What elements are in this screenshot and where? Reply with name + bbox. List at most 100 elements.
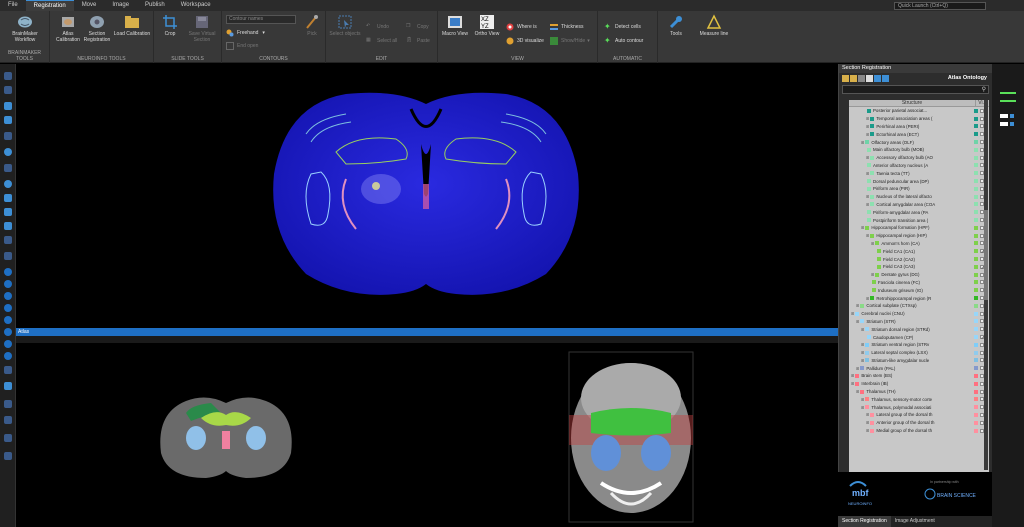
- tree-row[interactable]: ⊞ Olfactory areas (OLF): [849, 138, 989, 146]
- tree-row[interactable]: ⊞ Ammon's horn (CA): [849, 240, 989, 248]
- tree-row[interactable]: Main olfactory bulb (MOB): [849, 146, 989, 154]
- tool-icon[interactable]: [4, 292, 12, 300]
- tool-icon[interactable]: [4, 352, 12, 360]
- tab-section-registration[interactable]: Section Registration: [838, 516, 891, 527]
- tool-icon[interactable]: [4, 268, 12, 276]
- expand-icon[interactable]: ⊞: [861, 397, 864, 402]
- tool-icon[interactable]: [4, 280, 12, 288]
- tree-row[interactable]: ⊞ Perirhinal area (PERI): [849, 123, 989, 131]
- tree-row[interactable]: Field CA2 (CA2): [849, 255, 989, 263]
- macro-view-button[interactable]: Macro View: [440, 14, 470, 37]
- tree-row[interactable]: ⊞ Hippocampal formation (HPF): [849, 224, 989, 232]
- tool-icon[interactable]: [4, 132, 12, 140]
- tool-icon[interactable]: [4, 180, 12, 188]
- ortho-view-button[interactable]: XZ YZ Ortho View: [472, 14, 502, 37]
- tool-icon[interactable]: [4, 340, 12, 348]
- expand-icon[interactable]: ⊞: [866, 233, 869, 238]
- tab-file[interactable]: File: [0, 0, 26, 11]
- load-calibration-button[interactable]: Load Calibration: [112, 14, 152, 37]
- tree-row[interactable]: ⊞ Cortical subplate (CTXsp): [849, 302, 989, 310]
- expand-icon[interactable]: ⊞: [866, 420, 869, 425]
- column-structure[interactable]: Structure: [849, 100, 975, 106]
- where-is-button[interactable]: Where is: [506, 23, 537, 31]
- tree-row[interactable]: ⊞ Cerebral nuclei (CNU): [849, 310, 989, 318]
- tree-row[interactable]: ⊞ Thalamus, sensory-motor corte: [849, 395, 989, 403]
- tool-icon[interactable]: [4, 252, 12, 260]
- tree-row[interactable]: ⊞ Taenia tecta (TT): [849, 169, 989, 177]
- expand-icon[interactable]: ⊞: [866, 428, 869, 433]
- tool-icon[interactable]: [4, 194, 12, 202]
- brainmaker-workflow-button[interactable]: BrainMaker Workflow: [6, 14, 44, 43]
- expand-icon[interactable]: ⊞: [851, 373, 854, 378]
- tab-image[interactable]: Image: [104, 0, 137, 11]
- tree-row[interactable]: ⊞ Lateral septal complex (LSX): [849, 349, 989, 357]
- expand-icon[interactable]: ⊞: [866, 194, 869, 199]
- close-icon[interactable]: [874, 75, 881, 82]
- tree-row[interactable]: Caudoputamen (CP) ✓: [849, 333, 989, 341]
- thickness-button[interactable]: Thickness: [550, 23, 584, 31]
- show-hide-button[interactable]: Show/Hide ▾: [550, 37, 590, 45]
- tool-icon[interactable]: [4, 304, 12, 312]
- tree-row[interactable]: Postpiriform transition area (: [849, 216, 989, 224]
- end-open-button[interactable]: End open: [226, 42, 258, 50]
- ontology-tree[interactable]: Structure Vi... Posterior parietal assoc…: [849, 100, 989, 472]
- expand-icon[interactable]: ⊞: [861, 350, 864, 355]
- tab-publish[interactable]: Publish: [137, 0, 173, 11]
- expand-icon[interactable]: ⊞: [861, 327, 864, 332]
- settings-icon[interactable]: [882, 75, 889, 82]
- tool-icon[interactable]: [4, 164, 12, 172]
- select-objects-button[interactable]: Select objects: [328, 14, 362, 37]
- measure-line-button[interactable]: Measure line: [694, 14, 734, 37]
- select-all-button[interactable]: ▦ Select all: [366, 37, 397, 45]
- scrollbar-thumb[interactable]: [984, 210, 988, 300]
- paste-button[interactable]: 📋︎ Paste: [406, 37, 430, 45]
- expand-icon[interactable]: ⊞: [856, 389, 859, 394]
- save-icon[interactable]: [858, 75, 865, 82]
- expand-icon[interactable]: ⊞: [861, 225, 864, 230]
- tree-row[interactable]: Fasciola cinerea (FC): [849, 279, 989, 287]
- search-icon[interactable]: ⚲: [982, 86, 986, 93]
- pick-button[interactable]: Pick: [300, 14, 324, 37]
- tree-row[interactable]: ⊞ Brain stem (BS): [849, 372, 989, 380]
- detect-cells-button[interactable]: ✦ Detect cells: [604, 23, 641, 31]
- expand-icon[interactable]: ⊞: [866, 296, 869, 301]
- tree-row[interactable]: ⊞ Medial group of the dorsal th: [849, 427, 989, 435]
- atlas-calibration-button[interactable]: Atlas Calibration: [54, 14, 82, 43]
- tree-row[interactable]: ⊞ Striatum-like amygdalar nucle: [849, 357, 989, 365]
- tree-row[interactable]: Field CA1 (CA1) ✓: [849, 247, 989, 255]
- tool-icon[interactable]: [4, 86, 12, 94]
- expand-icon[interactable]: ⊞: [856, 303, 859, 308]
- tool-icon[interactable]: [4, 366, 12, 374]
- tree-row[interactable]: ⊞ Dentate gyrus (DG): [849, 271, 989, 279]
- expand-icon[interactable]: ⊞: [851, 311, 854, 316]
- expand-icon[interactable]: ⊞: [866, 132, 869, 137]
- tab-move[interactable]: Move: [74, 0, 105, 11]
- expand-icon[interactable]: ⊞: [861, 358, 864, 363]
- tree-row[interactable]: ⊞ Lateral group of the dorsal th: [849, 411, 989, 419]
- expand-icon[interactable]: ⊞: [851, 381, 854, 386]
- expand-icon[interactable]: ⊞: [861, 342, 864, 347]
- folder-icon[interactable]: [850, 75, 857, 82]
- tree-row[interactable]: Dorsal peduncular area (DP): [849, 177, 989, 185]
- tool-icon[interactable]: [4, 102, 12, 110]
- expand-icon[interactable]: ⊞: [871, 241, 874, 246]
- tree-row[interactable]: ⊞ Nucleus of the lateral olfacto: [849, 193, 989, 201]
- tree-row[interactable]: Induseum griseum (IG): [849, 286, 989, 294]
- atlas-viewer[interactable]: [16, 343, 838, 527]
- tool-icon[interactable]: [4, 434, 12, 442]
- expand-icon[interactable]: ⊞: [866, 155, 869, 160]
- tree-row[interactable]: Anterior olfactory nucleus (A: [849, 162, 989, 170]
- expand-icon[interactable]: ⊞: [856, 366, 859, 371]
- tool-icon[interactable]: [4, 416, 12, 424]
- structure-search-input[interactable]: ⚲: [842, 85, 989, 94]
- tree-row[interactable]: ⊞ Interbrain (IB): [849, 380, 989, 388]
- tree-row[interactable]: ⊞ Cortical amygdalar area (COA: [849, 201, 989, 209]
- tree-row[interactable]: ⊞ Accessory olfactory bulb (AO: [849, 154, 989, 162]
- tool-icon[interactable]: [4, 72, 12, 80]
- document-icon[interactable]: [866, 75, 873, 82]
- 3d-visualize-button[interactable]: 3D visualize: [506, 37, 544, 45]
- tool-icon[interactable]: [4, 208, 12, 216]
- tool-icon[interactable]: [4, 400, 12, 408]
- expand-icon[interactable]: ⊞: [871, 272, 874, 277]
- tab-image-adjustment[interactable]: Image Adjustment: [891, 516, 939, 527]
